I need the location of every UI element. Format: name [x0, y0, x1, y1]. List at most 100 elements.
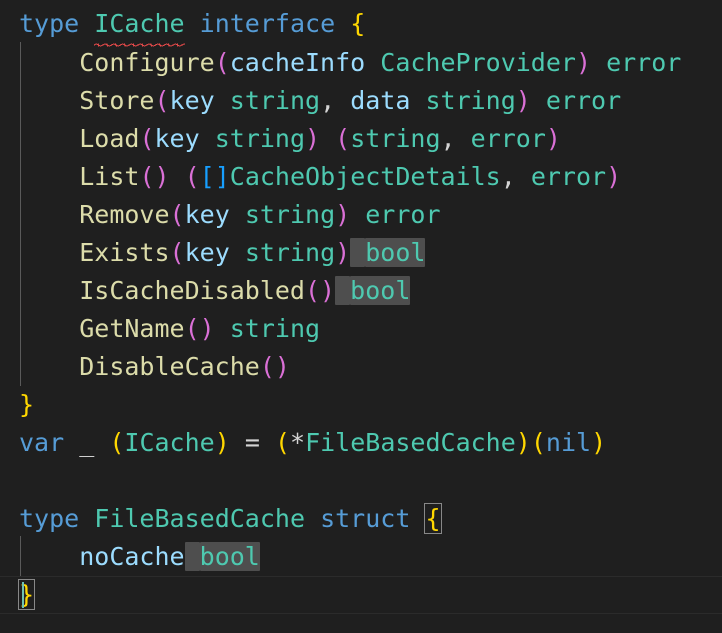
code-line[interactable]: Configure(cacheInfo CacheProvider) error [0, 44, 722, 82]
code-line[interactable] [0, 462, 722, 500]
code-token: , [500, 162, 531, 191]
code-token: ) [515, 428, 531, 457]
code-token: ) [545, 124, 561, 153]
code-token: { [350, 9, 366, 38]
code-token: List [79, 162, 140, 191]
code-token: var [19, 428, 65, 457]
code-token: noCache [79, 542, 185, 571]
code-line[interactable]: Exists(key string) bool [0, 234, 722, 272]
code-token [184, 542, 200, 571]
code-token: string [214, 124, 306, 153]
code-token: ( [214, 48, 230, 77]
code-token: error [545, 86, 622, 115]
code-token: ) [515, 86, 531, 115]
code-token: ) [335, 200, 351, 229]
code-line[interactable]: DisableCache() [0, 348, 722, 386]
code-token: CacheObjectDetails [229, 162, 501, 191]
code-line[interactable]: IsCacheDisabled() bool [0, 272, 722, 310]
code-line[interactable]: GetName() string [0, 310, 722, 348]
code-token: () [305, 276, 336, 305]
code-line[interactable]: type FileBasedCache struct { [0, 500, 722, 538]
code-token: string [229, 314, 321, 343]
code-line[interactable]: } [0, 386, 722, 424]
code-editor[interactable]: } type ICache interface { Configure(cach… [0, 0, 722, 633]
code-token: bool [350, 276, 411, 305]
code-token: GetName [79, 314, 185, 343]
code-token: ) [591, 428, 607, 457]
code-token: ICache [94, 9, 185, 38]
code-token: ( [109, 428, 125, 457]
code-token: IsCacheDisabled [79, 276, 305, 305]
code-line[interactable]: Load(key string) (string, error) [0, 120, 722, 158]
code-line[interactable]: type ICache interface { [0, 5, 722, 47]
code-line[interactable]: noCache bool [0, 538, 722, 576]
code-token: string [244, 200, 336, 229]
code-token: ( [169, 238, 185, 267]
code-token: ) [335, 238, 351, 267]
code-token: * [290, 428, 306, 457]
code-token: Exists [79, 238, 170, 267]
code-token: [] [199, 162, 230, 191]
code-token [335, 276, 351, 305]
code-line[interactable]: Remove(key string) error [0, 196, 722, 234]
code-token: = [229, 428, 275, 457]
code-token: } [17, 579, 36, 610]
code-token: cacheInfo [229, 48, 366, 77]
code-token: ICache [124, 428, 215, 457]
code-token: key [169, 86, 215, 115]
code-token: ( [274, 428, 290, 457]
code-token: ( [139, 124, 155, 153]
code-token: bool [199, 542, 260, 571]
code-token: error [470, 124, 546, 153]
code-token: string [425, 86, 516, 115]
code-token: interface [199, 9, 336, 38]
code-line[interactable]: } [0, 576, 722, 614]
code-token: FileBasedCache [94, 504, 305, 533]
code-token: ( [154, 86, 170, 115]
code-line[interactable]: var _ (ICache) = (*FileBasedCache)(nil) [0, 424, 722, 462]
code-token: key [184, 200, 230, 229]
code-token: string [229, 86, 321, 115]
code-token: struct [320, 504, 411, 533]
code-token [350, 238, 366, 267]
code-token: error [365, 200, 441, 229]
code-token: ( [335, 124, 351, 153]
error-squiggle: ICache [94, 5, 185, 47]
code-token: { [424, 503, 442, 534]
code-line[interactable]: List() ([]CacheObjectDetails, error) [0, 158, 722, 196]
code-token: , [440, 124, 471, 153]
code-token: } [19, 390, 35, 419]
code-token: ( [530, 428, 546, 457]
code-token: CacheProvider [380, 48, 576, 77]
code-token: error [530, 162, 607, 191]
code-token: () [259, 352, 290, 381]
code-token: key [154, 124, 200, 153]
code-token: ) [214, 428, 230, 457]
code-line[interactable]: Store(key string, data string) error [0, 82, 722, 120]
code-token: Load [79, 124, 140, 153]
